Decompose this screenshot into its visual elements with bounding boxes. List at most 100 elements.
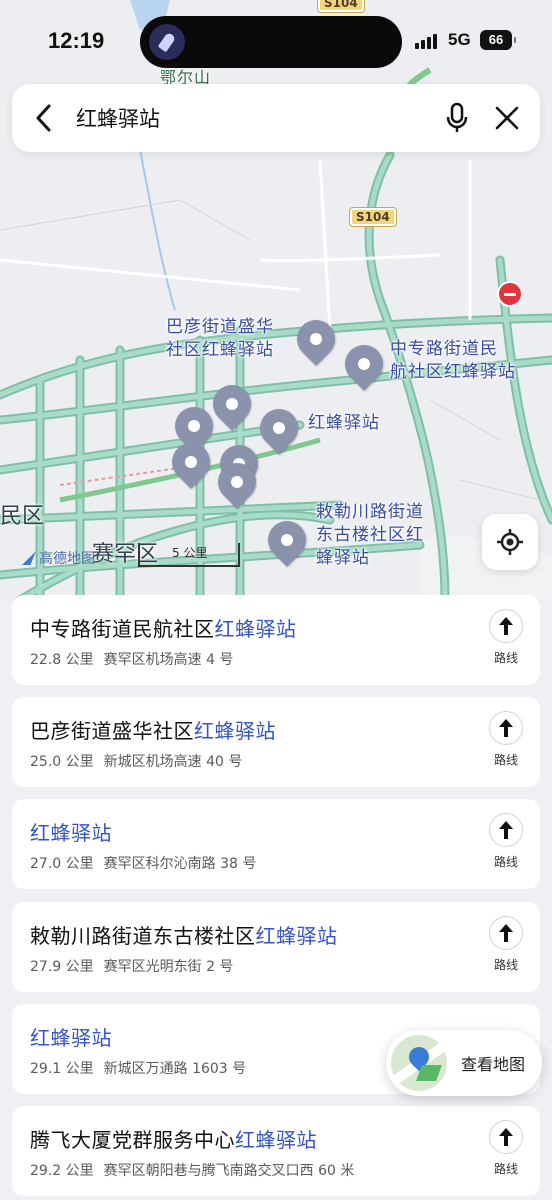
result-name-prefix: 敕勒川路街道东古楼社区 [30,924,256,948]
result-distance: 29.2 公里 [30,1163,94,1179]
result-meta: 29.1 公里 新城区万通路 1603 号 [30,1058,246,1078]
result-name-prefix: 腾飞大厦党群服务中心 [30,1128,235,1152]
result-name: 中专路街道民航社区红蜂驿站 [30,613,297,642]
route-arrow-icon [499,821,513,839]
poi-label[interactable]: 红蜂驿站 [308,412,380,435]
poi-label-line: 中专路街道民 [390,339,498,359]
voice-search-button[interactable] [432,84,482,152]
result-address: 赛罕区光明东街 2 号 [103,959,234,975]
location-pin-icon[interactable] [289,312,343,366]
amap-logo-icon [22,551,36,565]
status-bar: 12:19 5G 66 [0,0,552,82]
route-arrow-icon [499,924,513,942]
route-label: 路线 [493,958,518,972]
list-item[interactable]: 敕勒川路街道东古楼社区红蜂驿站 27.9 公里 赛罕区光明东街 2 号 路线 [12,902,540,992]
result-distance: 22.8 公里 [30,652,94,668]
result-name: 敕勒川路街道东古楼社区红蜂驿站 [30,920,338,949]
poi-label[interactable]: 敕勒川路街道 东古楼社区红 蜂驿站 [316,501,424,570]
network-type: 5G [448,30,471,49]
poi-label-line: 社区红蜂驿站 [166,340,274,360]
result-distance: 25.0 公里 [30,754,94,770]
poi-label-line: 蜂驿站 [316,548,370,568]
dynamic-island[interactable] [140,16,402,68]
result-address: 新城区机场高速 40 号 [103,754,243,770]
results-list[interactable]: 中专路街道民航社区红蜂驿站 22.8 公里 赛罕区机场高速 4 号 路线 巴彦街道… [0,595,552,1200]
poi-label-line: 航社区红蜂驿站 [390,362,516,382]
result-meta: 29.2 公里 赛罕区朝阳巷与腾飞南路交叉口西 60 米 [30,1160,354,1180]
route-button[interactable]: 路线 [484,609,528,673]
result-distance: 27.0 公里 [30,856,94,872]
result-name: 红蜂驿站 [30,1022,112,1051]
route-button[interactable]: 路线 [484,813,528,877]
list-item[interactable]: 巴彦街道盛华社区红蜂驿站 25.0 公里 新城区机场高速 40 号 路线 [12,697,540,787]
result-name-prefix: 巴彦街道盛华社区 [30,719,194,743]
road-badge: S104 [349,207,397,227]
result-meta: 27.0 公里 赛罕区科尔沁南路 38 号 [30,853,256,873]
location-pin-icon[interactable] [252,401,306,455]
view-map-button[interactable]: 查看地图 [386,1030,542,1096]
poi-label-line: 东古楼社区红 [316,525,424,545]
map-thumbnail-icon [391,1035,447,1091]
result-name-highlight: 红蜂驿站 [194,719,276,743]
result-name-highlight: 红蜂驿站 [30,821,112,845]
poi-label-line: 红蜂驿站 [308,413,380,433]
chevron-left-icon [36,104,51,132]
battery-icon: 66 [480,30,516,50]
search-bar: 红蜂驿站 [12,84,540,152]
result-name: 巴彦街道盛华社区红蜂驿站 [30,715,276,744]
back-button[interactable] [12,84,76,152]
route-label: 路线 [493,753,518,767]
result-address: 赛罕区科尔沁南路 38 号 [103,856,257,872]
route-label: 路线 [493,1162,518,1176]
result-name: 腾飞大厦党群服务中心红蜂驿站 [30,1124,317,1153]
result-name-highlight: 红蜂驿站 [235,1128,317,1152]
crosshair-icon [497,529,523,555]
locate-me-button[interactable] [482,514,538,570]
result-distance: 27.9 公里 [30,959,94,975]
result-meta: 25.0 公里 新城区机场高速 40 号 [30,751,242,771]
list-item[interactable]: 红蜂驿站 27.0 公里 赛罕区科尔沁南路 38 号 路线 [12,799,540,889]
result-meta: 22.8 公里 赛罕区机场高速 4 号 [30,649,233,669]
list-item[interactable]: 腾飞大厦党群服务中心红蜂驿站 29.2 公里 赛罕区朝阳巷与腾飞南路交叉口西 60… [12,1106,540,1196]
poi-label[interactable]: 巴彦街道盛华 社区红蜂驿站 [166,316,274,362]
result-name-highlight: 红蜂驿站 [214,617,297,641]
result-distance: 29.1 公里 [30,1061,94,1077]
rocket-app-icon [149,24,185,60]
result-meta: 27.9 公里 赛罕区光明东街 2 号 [30,956,233,976]
result-name-highlight: 红蜂驿站 [255,924,338,948]
status-time: 12:19 [48,28,105,53]
route-button[interactable]: 路线 [484,1120,528,1184]
result-address: 赛罕区朝阳巷与腾飞南路交叉口西 60 米 [103,1163,355,1179]
microphone-icon [446,102,468,132]
route-label: 路线 [493,855,518,869]
route-button[interactable]: 路线 [484,916,528,980]
route-button[interactable]: 路线 [484,711,528,775]
close-icon [495,106,519,130]
result-address: 新城区万通路 1603 号 [103,1061,247,1077]
result-name: 红蜂驿站 [30,817,112,846]
list-item[interactable]: 中专路街道民航社区红蜂驿站 22.8 公里 赛罕区机场高速 4 号 路线 [12,595,540,685]
location-pin-icon[interactable] [205,377,259,431]
location-pin-icon[interactable] [260,513,314,567]
clear-search-button[interactable] [482,84,532,152]
poi-label[interactable]: 中专路街道民 航社区红蜂驿站 [390,338,516,384]
location-pin-icon[interactable] [337,337,391,391]
location-pin-icon[interactable] [210,455,264,509]
result-name-prefix: 中专路街道民航社区 [30,617,215,641]
location-pin-icon[interactable] [164,435,218,489]
route-arrow-icon [499,617,513,635]
map-logo: 高德地图 [22,548,95,568]
route-label: 路线 [493,651,518,665]
search-input[interactable]: 红蜂驿站 [76,103,432,133]
view-map-label: 查看地图 [461,1055,526,1074]
poi-label-line: 敕勒川路街道 [316,502,424,522]
result-name-highlight: 红蜂驿站 [30,1026,112,1050]
route-arrow-icon [499,719,513,737]
map-scale: 5 公里 [138,543,240,567]
cellular-signal-icon [415,34,437,49]
route-arrow-icon [499,1128,513,1146]
result-address: 赛罕区机场高速 4 号 [103,652,234,668]
no-entry-icon [497,281,523,307]
district-label: 民区 [0,504,45,529]
poi-label-line: 巴彦街道盛华 [166,317,274,337]
